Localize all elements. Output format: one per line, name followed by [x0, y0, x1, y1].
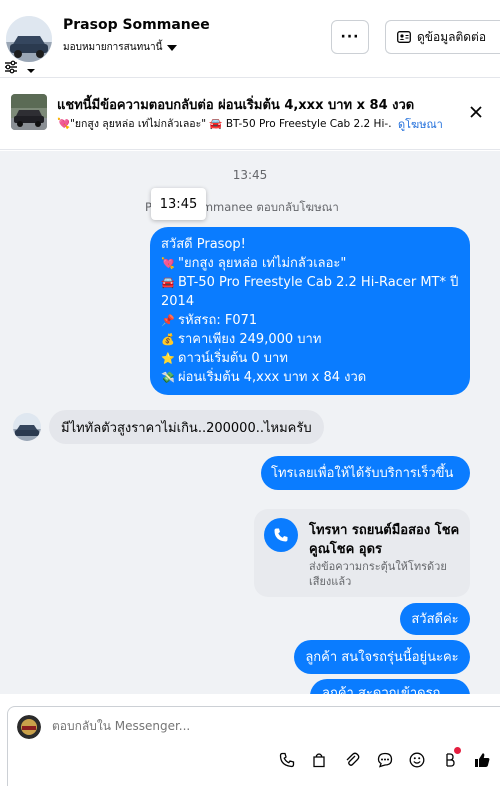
- ad-message-bubble[interactable]: สวัสดี Prasop! 💘 "ยกสูง ลุยหล่อ เท่ไม่กลั…: [150, 227, 470, 395]
- page-avatar: [17, 715, 41, 739]
- timestamp: 13:45: [232, 168, 268, 182]
- close-icon[interactable]: [470, 103, 482, 122]
- view-contact-button[interactable]: ดูข้อมูลติดต่อ: [385, 20, 500, 54]
- ad-thumbnail: [11, 94, 47, 130]
- sender-avatar[interactable]: [13, 413, 41, 441]
- outgoing-message-bubble[interactable]: สวัสดีค่ะ: [400, 603, 470, 635]
- thumbs-up-icon[interactable]: [471, 749, 493, 771]
- outgoing-message-bubble[interactable]: ลูกค้า สนใจรถรุ่นนี้อยู่นะคะ: [294, 640, 470, 674]
- incoming-message-bubble[interactable]: มีไททัลตัวสูงราคาไม่เกิน..200000..ไหมครั…: [49, 410, 324, 444]
- phone-icon: [264, 518, 298, 552]
- message-line: 🚘 BT-50 Pro Freestyle Cab 2.2 Hi-Racer MT…: [161, 275, 459, 290]
- reply-input[interactable]: [52, 719, 352, 733]
- message-line: 📌 รหัสรถ: F071: [161, 313, 258, 328]
- call-request-card[interactable]: โทรหา รถยนต์มือสอง โชคคูณโชค อุดร ส่งข้อ…: [254, 509, 470, 597]
- message-line: ⭐ ดาวน์เริ่มต้น 0 บาท: [161, 351, 288, 366]
- call-card-title: โทรหา รถยนต์มือสอง โชคคูณโชค อุดร: [309, 523, 460, 557]
- outgoing-message-bubble[interactable]: โทรเลยเพื่อให้ได้รับบริการเร็วขึ้น: [261, 456, 470, 490]
- conversation-header: Prasop Sommanee มอบหมายการสนทนานี้ ··· ด…: [0, 0, 500, 78]
- chat-icon[interactable]: [374, 749, 396, 771]
- pin-icon: 📌: [161, 314, 175, 327]
- time-tooltip: 13:45: [151, 188, 206, 220]
- contact-avatar[interactable]: [6, 16, 52, 62]
- ad-reply-banner: แชทนี้มีข้อความตอบกลับต่อ ผ่อนเริ่มต้น 4…: [0, 78, 500, 150]
- chevron-down-icon: [167, 44, 178, 51]
- view-contact-label: ดูข้อมูลติดต่อ: [417, 29, 487, 44]
- heart-icon: 💘: [161, 257, 175, 270]
- ad-banner-subtitle: 💘"ยกสูง ลุยหล่อ เท่ไม่กลัวเลอะ" 🚘 BT-50 …: [57, 118, 392, 130]
- ad-banner-title: แชทนี้มีข้อความตอบกลับต่อ ผ่อนเริ่มต้น 4…: [57, 98, 415, 113]
- message-thread[interactable]: 13:45 Prasop Sommanee ตอบกลับโฆษณา 13:45…: [0, 151, 500, 694]
- star-icon: ⭐: [161, 352, 175, 365]
- contact-card-icon: [397, 31, 411, 43]
- message-line: 2014: [161, 294, 195, 309]
- chevron-down-icon[interactable]: [26, 60, 36, 79]
- message-line: 💘 "ยกสูง ลุยหล่อ เท่ไม่กลัวเลอะ": [161, 256, 347, 271]
- paperclip-icon[interactable]: [341, 749, 363, 771]
- view-ad-link[interactable]: ดูโฆษณา: [398, 115, 443, 133]
- more-options-label: ···: [340, 29, 360, 45]
- call-card-subtitle: ส่งข้อความกระตุ้นให้โทรด้วยเสียงแล้ว: [309, 560, 447, 588]
- message-line: 💸 ผ่อนเริ่มต้น 4,xxx บาท x 84 งวด: [161, 370, 367, 385]
- filter-icon[interactable]: [4, 59, 18, 74]
- shopping-bag-icon[interactable]: [308, 749, 330, 771]
- money-bag-icon: 💰: [161, 333, 175, 346]
- car-icon: 🚘: [161, 276, 175, 289]
- message-line: 💰 ราคาเพียง 249,000 บาท: [161, 332, 322, 347]
- assign-conversation-dropdown[interactable]: มอบหมายการสนทนานี้: [63, 40, 178, 55]
- contact-name: Prasop Sommanee: [63, 17, 210, 33]
- notification-dot: [454, 747, 461, 754]
- assign-label: มอบหมายการสนทนานี้: [63, 42, 163, 53]
- more-options-button[interactable]: ···: [331, 20, 369, 54]
- message-line: สวัสดี Prasop!: [161, 237, 246, 252]
- emoji-icon[interactable]: [406, 749, 428, 771]
- outgoing-message-bubble[interactable]: ลูกค้า สะดวกเข้าดูรถ...: [310, 679, 470, 694]
- phone-icon[interactable]: [276, 749, 298, 771]
- message-composer: [7, 706, 500, 786]
- money-wings-icon: 💸: [161, 371, 175, 384]
